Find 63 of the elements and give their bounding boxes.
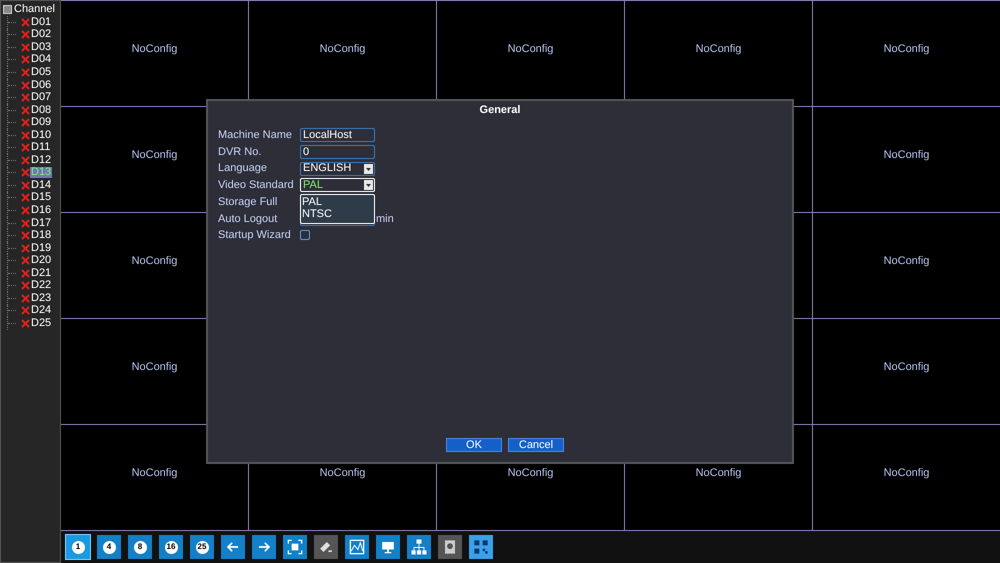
channel-item[interactable]: D03 xyxy=(30,42,52,53)
channel-item[interactable]: D11 xyxy=(30,142,52,154)
channel-item[interactable]: D25 xyxy=(30,318,52,329)
dialog-title: General xyxy=(480,102,520,118)
channel-status-text: NoConfig xyxy=(132,254,178,270)
field-label: Auto Logout xyxy=(218,212,278,227)
channel-item[interactable]: D01 xyxy=(30,16,52,28)
channel-item[interactable]: D24 xyxy=(30,305,52,316)
channel-item[interactable]: D15 xyxy=(30,192,52,204)
channel-item[interactable]: D09 xyxy=(30,117,52,128)
unit-text: min xyxy=(376,212,394,227)
cancel-button[interactable]: Cancel xyxy=(508,438,564,452)
select-field[interactable]: ENGLISH xyxy=(300,162,375,176)
channel-status-text: NoConfig xyxy=(132,466,178,482)
channel-item[interactable]: D10 xyxy=(30,130,52,141)
field-label: Startup Wizard xyxy=(218,228,292,244)
channel-status-text: NoConfig xyxy=(132,148,178,164)
channel-item[interactable]: D17 xyxy=(30,218,52,229)
channel-item[interactable]: D19 xyxy=(30,242,52,254)
ok-button[interactable]: OK xyxy=(446,438,502,452)
channel-item[interactable]: D22 xyxy=(30,280,52,292)
channel-status-text: NoConfig xyxy=(884,254,930,270)
field-label: DVR No. xyxy=(218,144,262,160)
channel-status-text: NoConfig xyxy=(320,42,366,58)
channel-item[interactable]: D07 xyxy=(30,92,52,104)
channel-item[interactable]: D05 xyxy=(30,66,52,78)
layout-button[interactable]: 16 xyxy=(159,535,183,559)
channel-status-text: NoConfig xyxy=(884,360,930,376)
channel-status-text: NoConfig xyxy=(132,42,178,58)
channel-item[interactable]: D08 xyxy=(30,104,52,116)
channel-status-text: NoConfig xyxy=(508,466,554,482)
input-field[interactable]: LocalHost xyxy=(300,128,375,142)
channel-status-text: NoConfig xyxy=(884,148,930,164)
dropdown-option[interactable]: NTSC xyxy=(302,208,374,220)
channel-item[interactable]: D04 xyxy=(30,54,52,66)
tree-root-label[interactable]: Channel xyxy=(14,4,55,15)
select-field[interactable]: PAL xyxy=(300,178,375,192)
layout-button[interactable]: 25 xyxy=(190,535,214,559)
layout-button[interactable]: 4 xyxy=(97,535,121,559)
layout-button[interactable]: 1 xyxy=(66,535,90,559)
field-label: Storage Full xyxy=(218,194,278,210)
field-label: Machine Name xyxy=(218,128,293,144)
channel-status-text: NoConfig xyxy=(884,466,930,482)
input-field[interactable]: 0 xyxy=(300,145,375,160)
channel-item[interactable]: D02 xyxy=(30,29,52,40)
layout-button[interactable]: 8 xyxy=(128,535,152,559)
channel-status-text: NoConfig xyxy=(132,360,178,376)
channel-status-text: NoConfig xyxy=(696,466,742,482)
channel-status-text: NoConfig xyxy=(508,42,554,58)
field-label: Video Standard xyxy=(218,178,295,194)
channel-item[interactable]: D23 xyxy=(30,292,52,304)
channel-item[interactable]: D16 xyxy=(30,204,52,216)
channel-item[interactable]: D21 xyxy=(30,268,52,279)
channel-item[interactable]: D06 xyxy=(30,80,52,90)
dropdown-option[interactable]: PAL xyxy=(302,196,374,208)
channel-item[interactable]: D12 xyxy=(30,154,52,166)
channel-item[interactable]: D14 xyxy=(30,180,52,191)
channel-item[interactable]: D20 xyxy=(30,255,52,266)
field-label: Language xyxy=(218,161,268,176)
channel-item[interactable]: D18 xyxy=(30,230,52,242)
channel-status-text: NoConfig xyxy=(696,42,742,58)
channel-status-text: NoConfig xyxy=(320,466,366,482)
channel-status-text: NoConfig xyxy=(884,42,930,58)
